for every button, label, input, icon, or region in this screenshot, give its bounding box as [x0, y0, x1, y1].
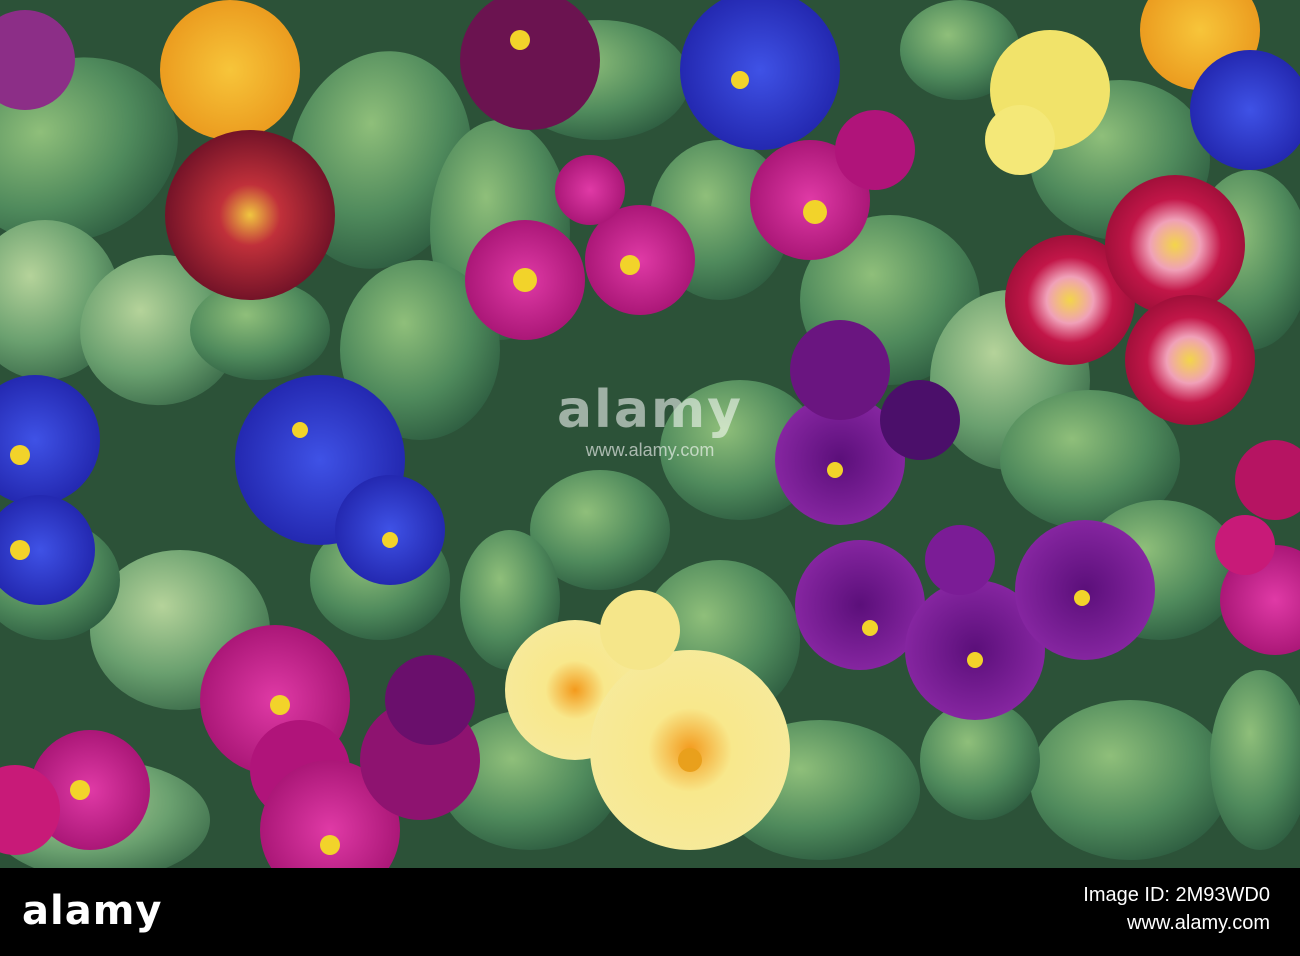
primrose-scene — [0, 0, 1300, 868]
image-id-label: Image ID: 2M93WD0 — [1083, 884, 1270, 906]
footer-logo[interactable]: alamy — [22, 888, 162, 934]
footer-bar: alamy Image ID: 2M93WD0 www.alamy.com — [0, 868, 1300, 956]
footer-url[interactable]: www.alamy.com — [1127, 912, 1270, 935]
primrose-photo — [0, 0, 1300, 868]
